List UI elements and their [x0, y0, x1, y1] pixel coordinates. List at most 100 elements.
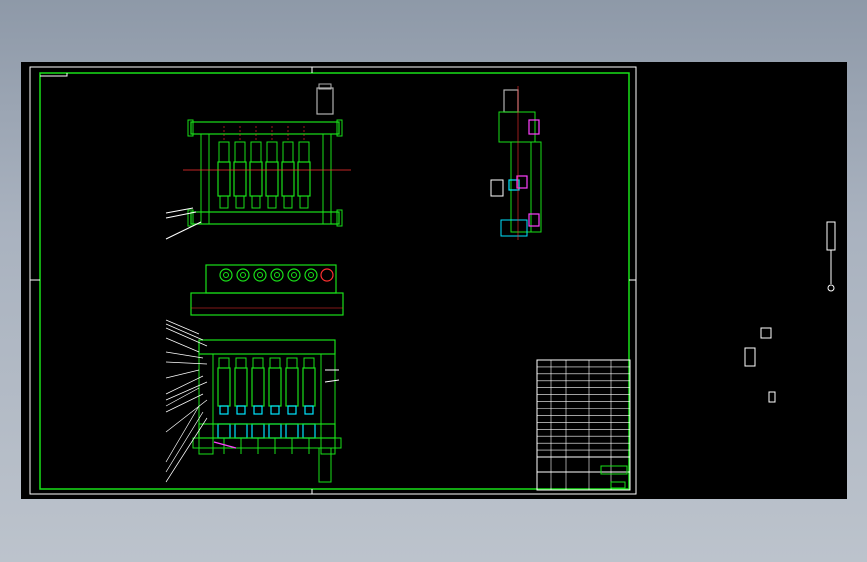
front-spindle-upper — [266, 141, 278, 163]
top-beam — [190, 121, 340, 135]
section-base — [192, 437, 342, 449]
section-spindle-chuck — [251, 423, 265, 439]
front-spindle-upper — [218, 141, 230, 163]
front-spindle-chuck — [283, 195, 293, 209]
front-spindle-upper — [250, 141, 262, 163]
section-leader-line — [165, 361, 208, 365]
detail-parts — [744, 221, 836, 403]
section-leader-group — [165, 319, 208, 483]
section-spindle-body — [302, 367, 316, 407]
title-block-drawing-no — [610, 481, 626, 489]
section-spindle-bearing — [218, 357, 230, 369]
detail-tool-tip — [827, 284, 835, 292]
front-spindle-chuck — [219, 195, 229, 209]
top-spindle-gear — [304, 268, 318, 282]
section-spindle-collet — [270, 405, 280, 415]
side-foot — [500, 219, 528, 237]
section-leader-line — [165, 375, 204, 395]
title-block — [536, 359, 631, 491]
section-spindle-bearing — [235, 357, 247, 369]
top-view-base-plate — [190, 292, 344, 316]
section-spindle-collet — [304, 405, 314, 415]
top-spindle-gear — [219, 268, 233, 282]
top-spindle-gear — [253, 268, 267, 282]
top-spindle-hub — [257, 272, 263, 278]
section-spindle-collet — [287, 405, 297, 415]
top-spindle-hub — [240, 272, 246, 278]
section-spindle-collet — [253, 405, 263, 415]
section-spindle-body — [234, 367, 248, 407]
section-leader-line — [165, 411, 204, 473]
drawing-sheet — [29, 66, 836, 495]
section-spindle-bearing — [286, 357, 298, 369]
section-leader-line — [165, 351, 204, 359]
highlight-line — [213, 441, 237, 449]
front-spindle-body — [249, 161, 263, 197]
side-bracket — [490, 179, 504, 197]
column-left — [200, 133, 210, 225]
detail-sleeve — [744, 347, 756, 367]
side-body — [510, 141, 532, 233]
front-spindle-chuck — [251, 195, 261, 209]
front-spindle-upper — [298, 141, 310, 163]
section-spindle-chuck — [217, 423, 231, 439]
section-spindle-body — [217, 367, 231, 407]
top-view — [190, 264, 344, 316]
side-upper-clamp — [528, 119, 540, 135]
detail-nut — [760, 327, 772, 339]
top-spindle-hub — [291, 272, 297, 278]
front-view — [165, 83, 351, 240]
side-view — [490, 86, 542, 240]
section-leader-line — [165, 319, 200, 335]
section-column-right — [320, 353, 336, 455]
front-spindle-chuck — [235, 195, 245, 209]
top-spindle-hub — [274, 272, 280, 278]
detail-tool-body — [826, 221, 836, 251]
top-spindle-hub — [223, 272, 229, 278]
cad-drawing-canvas — [21, 62, 847, 499]
top-spindle-group — [219, 268, 334, 282]
section-leader-line — [165, 327, 208, 347]
section-spindle-body — [268, 367, 282, 407]
section-spindle-collet — [236, 405, 246, 415]
front-spindle-upper — [234, 141, 246, 163]
sheet-outer-border — [29, 66, 637, 495]
detail-pin — [768, 391, 776, 403]
top-spindle-gear — [287, 268, 301, 282]
front-spindle-chuck — [267, 195, 277, 209]
top-drive-gear — [320, 268, 334, 282]
section-spindle-bearing — [303, 357, 315, 369]
section-spindle-group — [217, 357, 316, 454]
top-spindle-hub — [308, 272, 314, 278]
front-spindle-group — [217, 126, 311, 209]
section-spindle-chuck — [302, 423, 316, 439]
motor-body — [316, 87, 334, 115]
column-right — [322, 133, 332, 225]
top-spindle-gear — [270, 268, 284, 282]
section-column-left — [198, 353, 214, 455]
title-block-logo-cell — [600, 465, 628, 475]
title-block-rows — [537, 360, 630, 490]
section-leader-line — [165, 405, 200, 463]
front-spindle-body — [297, 161, 311, 197]
section-spindle-collet — [219, 405, 229, 415]
front-spindle-body — [217, 161, 231, 197]
section-spindle-chuck — [234, 423, 248, 439]
front-spindle-chuck — [299, 195, 309, 209]
section-leader-line — [165, 387, 200, 407]
section-spindle-body — [285, 367, 299, 407]
front-spindle-body — [265, 161, 279, 197]
top-spindle-gear — [236, 268, 250, 282]
section-spindle-chuck — [285, 423, 299, 439]
front-spindle-body — [233, 161, 247, 197]
section-spindle-bearing — [269, 357, 281, 369]
front-spindle-body — [281, 161, 295, 197]
leader-line — [165, 221, 202, 240]
section-view — [165, 319, 342, 483]
section-spindle-chuck — [268, 423, 282, 439]
section-spindle-body — [251, 367, 265, 407]
section-top-beam — [198, 339, 336, 355]
section-spindle-bearing — [252, 357, 264, 369]
bottom-beam — [190, 211, 340, 225]
leader-line-right — [324, 379, 340, 383]
